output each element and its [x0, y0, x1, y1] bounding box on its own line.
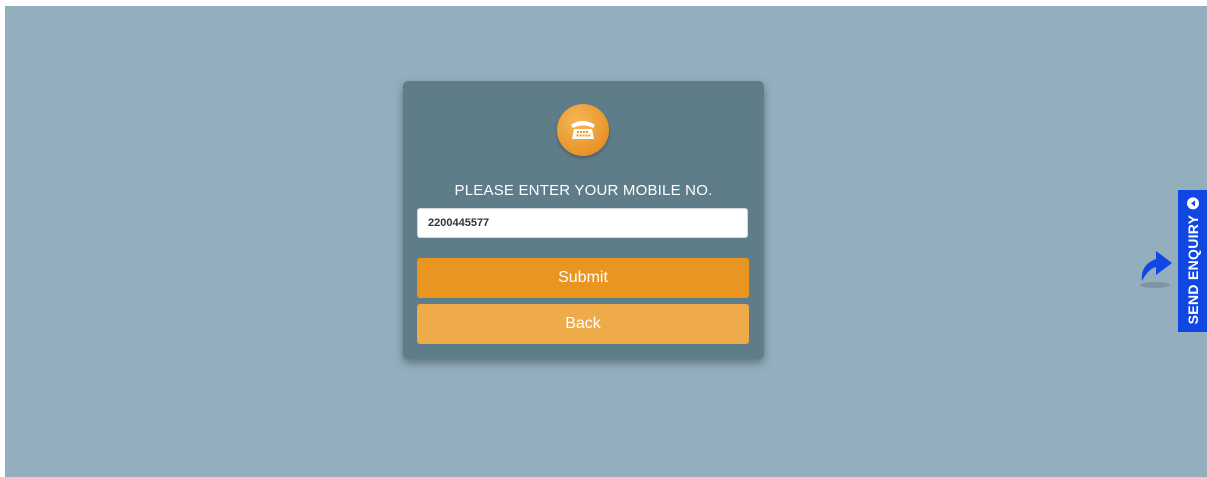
send-enquiry-content: SEND ENQUIRY — [1184, 197, 1201, 325]
mobile-entry-card: PLEASE ENTER YOUR MOBILE NO. Submit Back — [403, 81, 764, 359]
submit-button[interactable]: Submit — [417, 258, 749, 298]
page-background: PLEASE ENTER YOUR MOBILE NO. Submit Back — [5, 6, 1207, 477]
phone-icon — [557, 104, 609, 156]
back-button[interactable]: Back — [417, 304, 749, 344]
mobile-number-input[interactable] — [417, 208, 748, 238]
send-enquiry-tab[interactable]: SEND ENQUIRY — [1178, 190, 1207, 332]
chevron-up-icon — [1186, 197, 1199, 210]
send-enquiry-label: SEND ENQUIRY — [1184, 214, 1201, 325]
curved-arrow-icon[interactable] — [1138, 245, 1176, 289]
mobile-prompt-label: PLEASE ENTER YOUR MOBILE NO. — [454, 182, 713, 199]
